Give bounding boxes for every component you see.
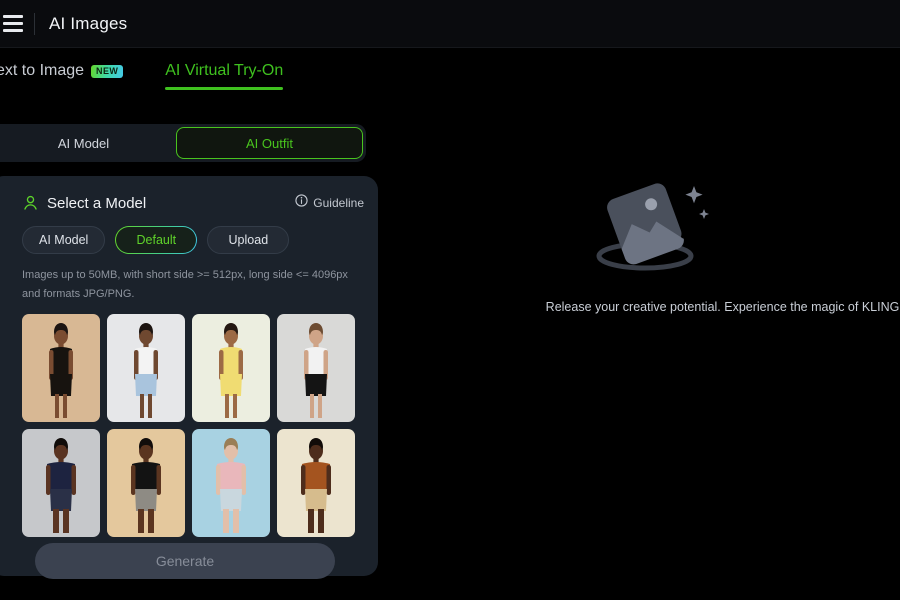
chip-upload[interactable]: Upload [207, 226, 290, 254]
list-menu-icon[interactable] [0, 12, 28, 36]
tab-text-to-image[interactable]: Text to Image NEW [0, 62, 124, 90]
page-title: AI Images [49, 13, 128, 33]
select-model-card: Select a Model Guideline AI Model Defaul… [0, 176, 378, 576]
model-thumbnail[interactable] [22, 429, 100, 537]
tab-label: AI Virtual Try-On [165, 62, 284, 79]
model-thumbnail[interactable] [192, 314, 270, 422]
guideline-label: Guideline [313, 196, 364, 210]
menu-line-1 [0, 15, 28, 18]
user-icon [22, 194, 39, 212]
menu-bar [3, 15, 23, 18]
source-chip-group: AI Model Default Upload [22, 226, 366, 254]
model-thumbnail[interactable] [277, 429, 355, 537]
model-thumbnail[interactable] [192, 429, 270, 537]
card-title: Select a Model [47, 194, 147, 212]
image-sparkle-icon [563, 168, 733, 278]
chip-default[interactable]: Default [115, 226, 197, 254]
mode-segmented-control: AI Model AI Outfit [0, 124, 366, 162]
upload-hint-text: Images up to 50MB, with short side >= 51… [22, 269, 348, 300]
new-badge: NEW [91, 64, 124, 78]
model-thumbnail[interactable] [107, 314, 185, 422]
model-thumbnail[interactable] [277, 314, 355, 422]
menu-line-3 [0, 29, 28, 32]
app-root: AI Images Text to Image NEW AI Virtual T… [0, 0, 900, 600]
chip-ai-model[interactable]: AI Model [22, 226, 106, 254]
guideline-link[interactable]: Guideline [295, 194, 364, 212]
info-circle-icon [295, 194, 308, 212]
card-header: Select a Model Guideline [22, 194, 364, 212]
result-placeholder: Release your creative potential. Experie… [395, 0, 900, 600]
model-thumbnail[interactable] [107, 429, 185, 537]
menu-bar [3, 22, 23, 25]
tab-ai-virtual-try-on[interactable]: AI Virtual Try-On [165, 62, 284, 90]
placeholder-text: Release your creative potential. Experie… [545, 300, 900, 314]
menu-bar [3, 29, 23, 32]
header-divider [34, 12, 35, 35]
model-thumbnail[interactable] [22, 314, 100, 422]
card-header-left: Select a Model [22, 194, 146, 212]
segment-ai-outfit[interactable]: AI Outfit [176, 127, 363, 159]
segment-ai-model[interactable]: AI Model [0, 127, 176, 159]
menu-line-2 [0, 22, 28, 25]
tab-active-underline [165, 87, 284, 90]
tab-label: Text to Image [0, 62, 85, 79]
generate-button[interactable]: Generate [35, 543, 335, 579]
model-thumbnail-grid [22, 314, 372, 537]
